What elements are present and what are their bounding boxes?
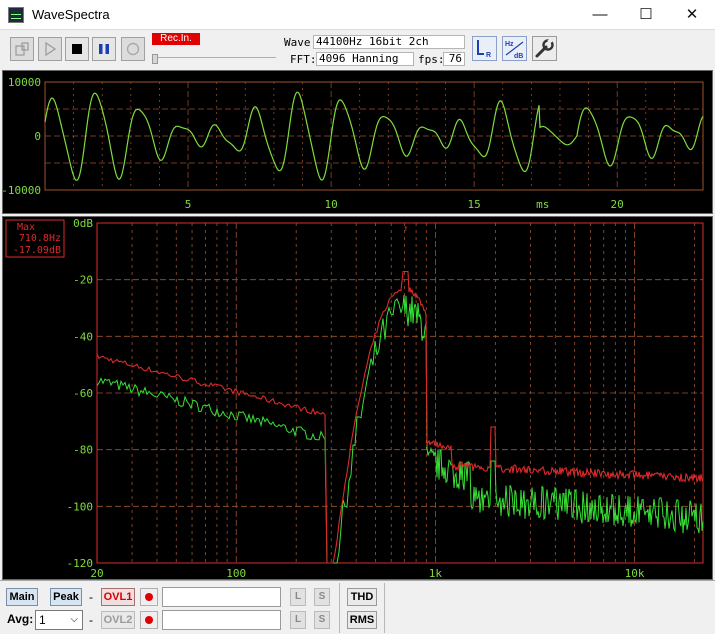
ovl2-load-button[interactable]: L: [290, 611, 306, 629]
waveform-xtick-label: 5: [185, 198, 192, 211]
input-level-slider-thumb[interactable]: [152, 54, 158, 64]
spectrum-ytick-label: -40: [73, 330, 93, 343]
spectrum-xtick-label: 1k: [429, 567, 443, 579]
bottom-control-bar: Main Peak - OVL1 L S Avg: 1 ⌵ - OVL2 L S…: [0, 580, 715, 634]
window-title: WaveSpectra: [32, 7, 110, 22]
spectrum-ytick-label: -20: [73, 274, 93, 287]
device-button[interactable]: [10, 37, 34, 61]
svg-text:dB: dB: [514, 53, 523, 60]
max-level-value: -17.09dB: [13, 245, 61, 256]
ovl2-record-button[interactable]: [140, 611, 158, 629]
recording-status-badge: Rec.In.: [152, 33, 200, 45]
peak-button[interactable]: Peak: [50, 588, 82, 606]
lr-channel-icon: R: [477, 40, 491, 59]
waveform-xtick-label: 15: [468, 198, 481, 211]
rms-button[interactable]: RMS: [347, 611, 377, 629]
waveform-xtick-label: 10: [324, 198, 337, 211]
waveform-plot: 10000 0 -10000 5 10 15 20 ms: [3, 76, 704, 211]
fft-label: FFT:: [290, 53, 317, 66]
fps-value-field: 76: [443, 52, 465, 66]
hz-db-icon: Hz dB: [505, 41, 524, 60]
ovl1-name-field[interactable]: [162, 587, 281, 607]
spectrum-peak-hold-trace: [96, 270, 704, 564]
fft-setting-field: 4096 Hanning: [316, 52, 414, 66]
stop-icon: [72, 44, 82, 54]
thd-button[interactable]: THD: [347, 588, 377, 606]
separator-dash-1: -: [89, 590, 93, 604]
waveform-ytick-label: 10000: [8, 76, 41, 89]
fps-label: fps:: [418, 53, 445, 66]
app-icon: [8, 7, 24, 23]
waveform-xtick-label: 20: [611, 198, 624, 211]
chevron-down-icon: ⌵: [70, 614, 78, 625]
ovl1-record-button[interactable]: [140, 588, 158, 606]
separator-dash-2: -: [89, 613, 93, 627]
input-level-slider[interactable]: [152, 57, 276, 65]
play-icon: [45, 42, 57, 56]
spectrum-scope: 0dB -20 -40 -60 -80 -100 -120 20 100 1k 10k Max 710.…: [2, 216, 713, 580]
spectrum-ytick-label: 0dB: [73, 217, 93, 230]
avg-select[interactable]: 1 ⌵: [35, 610, 83, 630]
ovl2-save-button[interactable]: S: [314, 611, 330, 629]
spectrum-ytick-label: -60: [73, 387, 93, 400]
pause-icon: [99, 44, 109, 54]
record-button[interactable]: [121, 37, 145, 61]
peak-marker: ↑: [403, 224, 408, 234]
avg-label: Avg:: [7, 612, 34, 626]
waveform-x-unit-label: ms: [536, 198, 549, 211]
settings-button[interactable]: [532, 36, 557, 61]
spectrum-xtick-label: 10k: [625, 567, 645, 579]
waveform-scope: 10000 0 -10000 5 10 15 20 ms: [2, 70, 713, 214]
spectrum-ytick-label: -100: [67, 500, 94, 513]
maximize-button[interactable]: ☐: [623, 0, 669, 30]
spectrum-ytick-label: -120: [67, 557, 94, 570]
svg-text:Hz: Hz: [505, 41, 514, 48]
main-button[interactable]: Main: [6, 588, 38, 606]
hz-db-button[interactable]: Hz dB: [502, 36, 527, 61]
bottom-separator-2: [384, 583, 385, 633]
spectrum-xtick-label: 20: [90, 567, 103, 579]
ovl1-button[interactable]: OVL1: [101, 588, 135, 606]
ovl1-load-button[interactable]: L: [290, 588, 306, 606]
spectrum-plot: 0dB -20 -40 -60 -80 -100 -12020 100 1k 10k Max710.…: [5, 217, 704, 579]
lr-channel-button[interactable]: R: [472, 36, 497, 61]
waveform-ytick-label: -10000: [3, 184, 41, 197]
waveform-ytick-label: 0: [34, 130, 41, 143]
minimize-button[interactable]: —: [577, 0, 623, 30]
ovl2-name-field[interactable]: [162, 610, 281, 630]
svg-text:R: R: [486, 52, 491, 59]
avg-select-value: 1: [39, 613, 46, 627]
max-readout-label: Max: [17, 222, 35, 233]
close-button[interactable]: ✕: [669, 0, 715, 30]
wave-format-field: 44100Hz 16bit 2ch: [313, 35, 465, 49]
spectrum-ytick-label: -80: [73, 444, 93, 457]
stop-button[interactable]: [65, 37, 89, 61]
title-bar: WaveSpectra — ☐ ✕: [0, 0, 715, 30]
toolbar: Rec.In. Wave: 44100Hz 16bit 2ch FFT: 409…: [0, 30, 715, 70]
play-button[interactable]: [38, 37, 62, 61]
bottom-separator-1: [339, 583, 340, 633]
pause-button[interactable]: [92, 37, 116, 61]
record-icon: [126, 42, 140, 56]
spectrum-live-trace: [96, 294, 704, 564]
ovl1-save-button[interactable]: S: [314, 588, 330, 606]
device-icon: [15, 42, 29, 56]
ovl2-button[interactable]: OVL2: [101, 611, 135, 629]
spectrum-xtick-label: 100: [226, 567, 246, 579]
settings-wrench-icon: [535, 38, 554, 58]
max-frequency-value: 710.8Hz: [19, 233, 61, 244]
